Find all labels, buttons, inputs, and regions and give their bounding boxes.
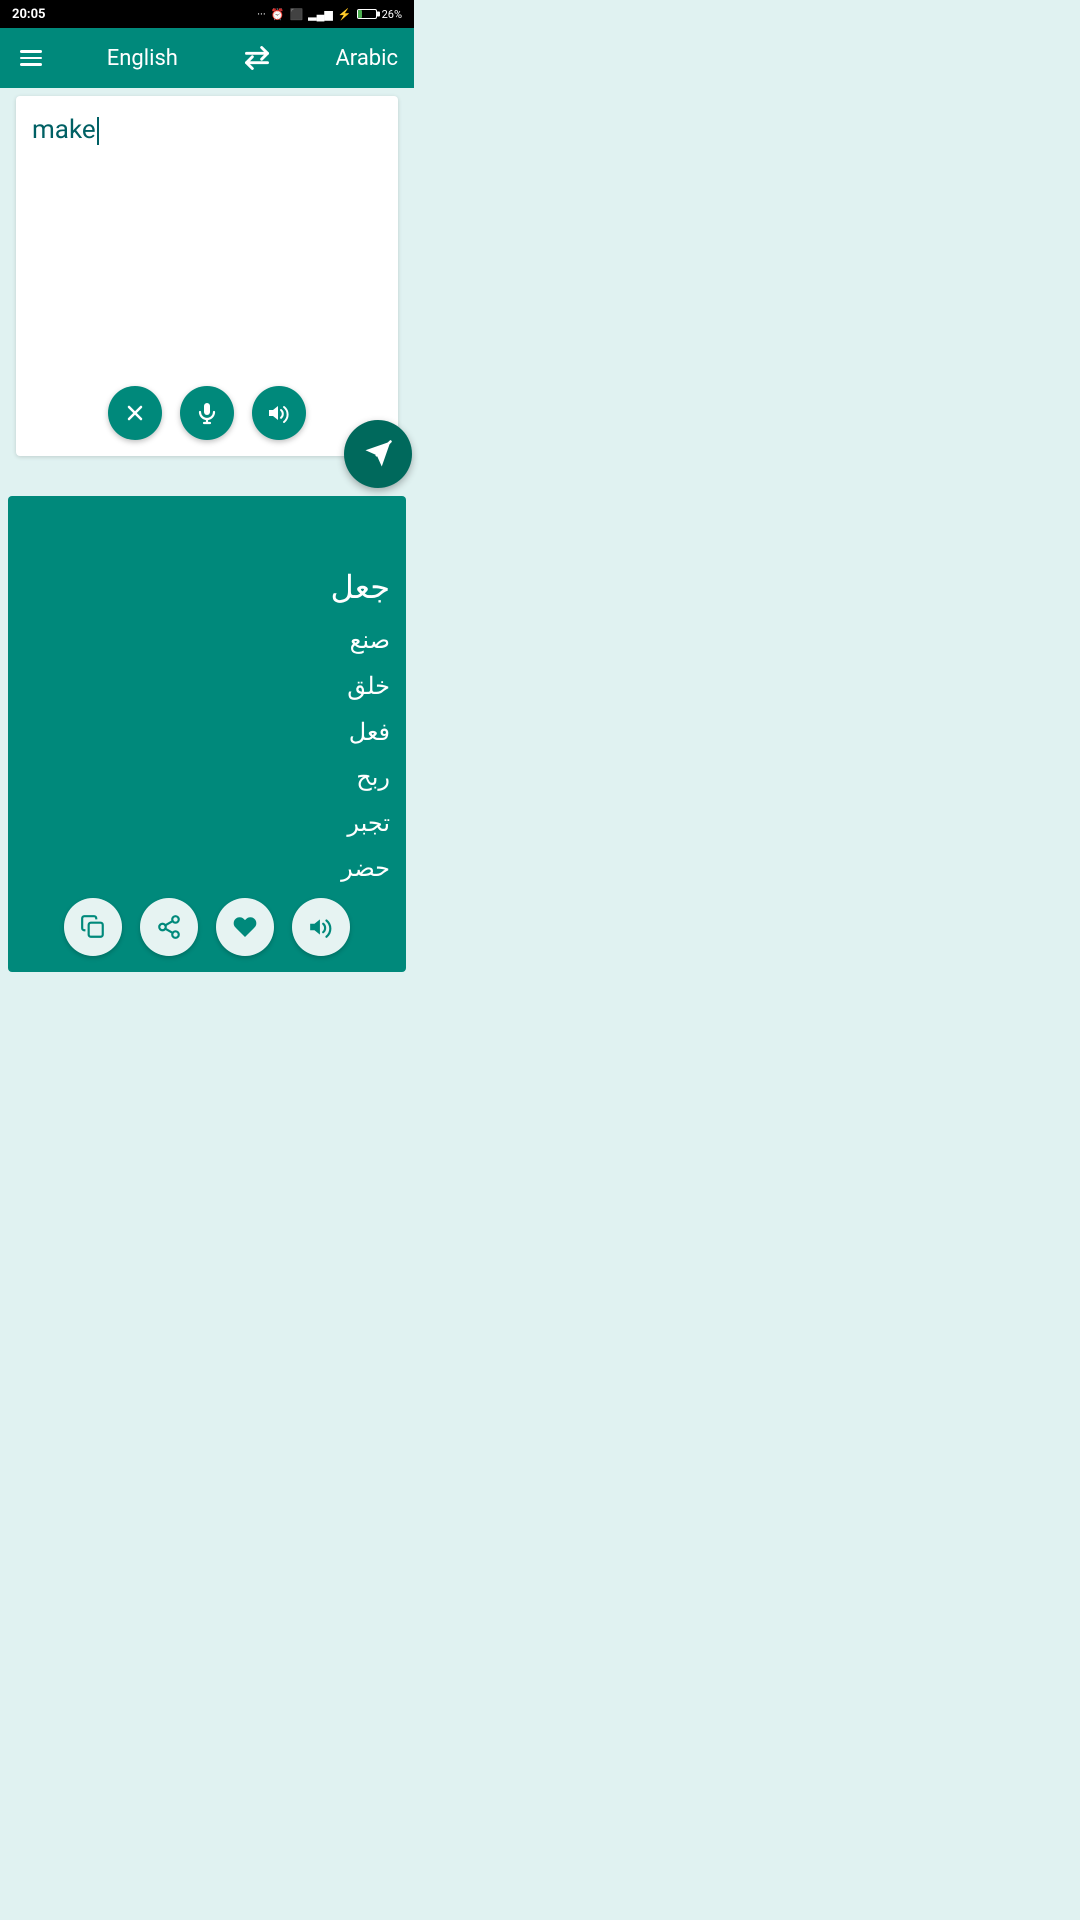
battery-bar — [357, 9, 377, 19]
send-icon — [363, 439, 393, 469]
heart-icon — [232, 914, 258, 940]
share-icon — [156, 914, 182, 940]
share-button[interactable] — [140, 898, 198, 956]
swap-horizontal-icon — [243, 44, 271, 72]
copy-button[interactable] — [64, 898, 122, 956]
clear-icon — [123, 401, 147, 425]
source-speaker-icon — [267, 401, 291, 425]
target-actions-bar — [8, 898, 406, 956]
status-bar: 20:05 ··· ⏰ ⬛ ▂▄▆ ⚡ 26% — [0, 0, 414, 28]
status-time: 20:05 — [12, 7, 46, 22]
target-panel: جعل صنعخلقفعلربحتجبرحضر — [8, 496, 406, 972]
copy-icon — [80, 914, 106, 940]
sim-icon: ⬛ — [289, 8, 303, 21]
alternate-translations: صنعخلقفعلربحتجبرحضر — [24, 618, 390, 892]
clear-button[interactable] — [108, 386, 162, 440]
microphone-button[interactable] — [180, 386, 234, 440]
top-nav: English Arabic — [0, 28, 414, 88]
microphone-icon — [195, 401, 219, 425]
text-cursor — [97, 117, 99, 145]
signal-icon: ▂▄▆ — [308, 8, 333, 21]
main-translation: جعل — [24, 560, 390, 614]
target-speaker-button[interactable] — [292, 898, 350, 956]
translate-button[interactable] — [344, 420, 412, 488]
favorite-button[interactable] — [216, 898, 274, 956]
source-text-display[interactable]: make — [32, 112, 382, 364]
source-panel-wrapper: make — [8, 96, 406, 456]
source-speaker-button[interactable] — [252, 386, 306, 440]
target-language-selector[interactable]: Arabic — [335, 46, 398, 71]
bolt-icon: ⚡ — [338, 8, 352, 21]
translation-output: جعل صنعخلقفعلربحتجبرحضر — [24, 512, 390, 892]
source-panel: make — [16, 96, 398, 456]
hamburger-menu-button[interactable] — [16, 46, 46, 70]
source-actions-bar — [32, 376, 382, 440]
status-icons: ··· ⏰ ⬛ ▂▄▆ ⚡ 26% — [257, 8, 402, 21]
swap-languages-button[interactable] — [239, 40, 275, 76]
source-language-selector[interactable]: English — [107, 46, 178, 71]
alarm-icon: ⏰ — [271, 8, 285, 21]
battery-fill — [358, 10, 363, 18]
target-speaker-icon — [308, 914, 334, 940]
dots-icon: ··· — [257, 8, 266, 21]
battery-percent: 26% — [382, 8, 402, 21]
